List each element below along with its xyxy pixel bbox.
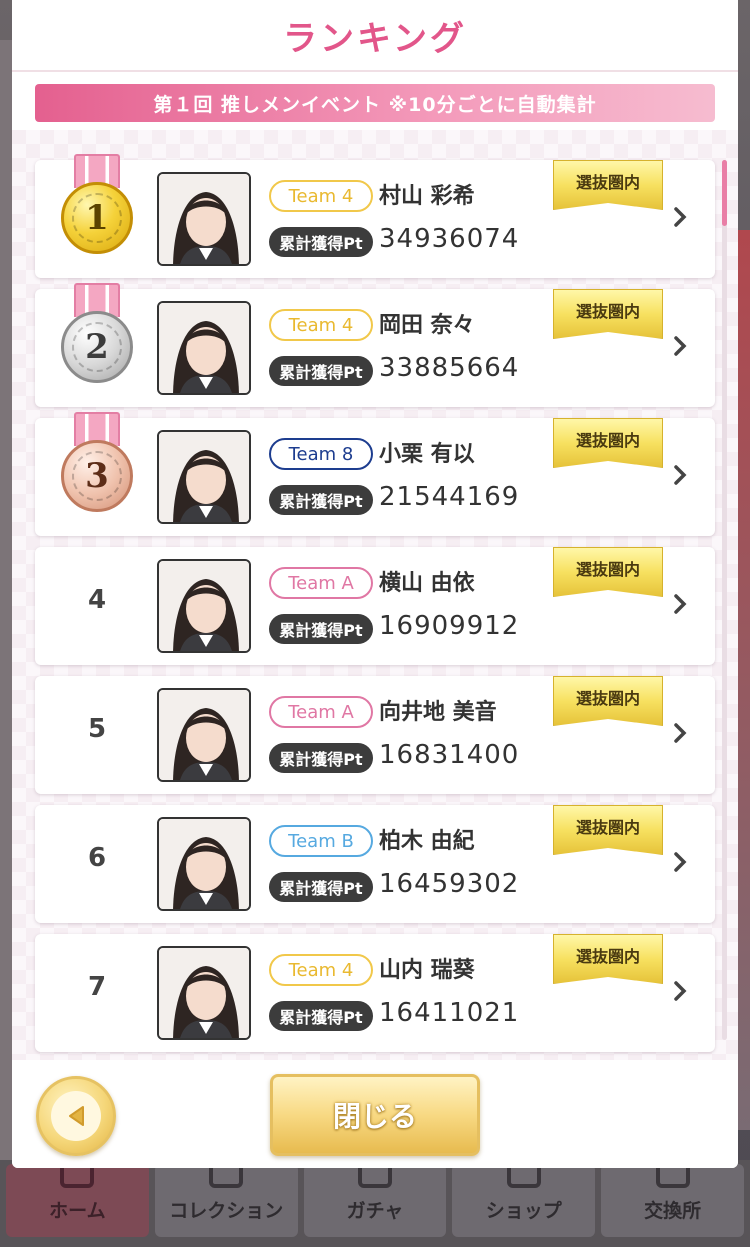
tab-collection[interactable]: コレクション [154, 1164, 298, 1237]
member-name: 向井地 美音 [379, 700, 497, 725]
member-name: 横山 由依 [379, 571, 475, 596]
team-badge: Team B [269, 825, 373, 857]
modal-footer: 閉じる [12, 1062, 738, 1168]
rank-number: 5 [87, 714, 107, 744]
tab-exchange[interactable]: 交換所 [601, 1164, 744, 1237]
ranking-row-7[interactable]: 7 Team 4 山内 瑞葵 累計獲得Pt 16411021 選抜圏内 [35, 934, 715, 1052]
rank-number: 1 [72, 193, 122, 243]
points-label: 累計獲得Pt [269, 227, 373, 257]
ranking-row-6[interactable]: 6 Team B 柏木 由紀 累計獲得Pt 16459302 選抜圏内 [35, 805, 715, 923]
scrollbar[interactable] [722, 160, 727, 1040]
ranking-row-1[interactable]: 1 Team 4 村山 彩希 累計獲得Pt 34936074 選抜圏内 [35, 154, 715, 278]
points-label: 累計獲得Pt [269, 743, 373, 773]
avatar [157, 817, 251, 911]
chevron-right-icon[interactable] [665, 202, 695, 232]
ranking-row-5[interactable]: 5 Team A 向井地 美音 累計獲得Pt 16831400 選抜圏内 [35, 676, 715, 794]
avatar [157, 430, 251, 524]
selection-badge: 選抜圏内 [553, 676, 663, 726]
avatar [157, 946, 251, 1040]
chevron-right-icon[interactable] [665, 847, 695, 877]
tab-label: コレクション [169, 1200, 284, 1222]
member-name: 山内 瑞葵 [379, 958, 475, 983]
ranking-row-2[interactable]: 2 Team 4 岡田 奈々 累計獲得Pt 33885664 選抜圏内 [35, 283, 715, 407]
back-arrow-icon [69, 1106, 84, 1126]
points-value: 34936074 [379, 224, 520, 254]
selection-badge: 選抜圏内 [553, 160, 663, 210]
close-button[interactable]: 閉じる [270, 1074, 480, 1156]
member-name: 村山 彩希 [379, 184, 475, 209]
modal-header: ランキング [12, 0, 738, 72]
team-badge: Team A [269, 567, 373, 599]
scrollbar-thumb[interactable] [722, 160, 727, 226]
selection-badge: 選抜圏内 [553, 934, 663, 984]
selection-badge: 選抜圏内 [553, 289, 663, 339]
tab-home[interactable]: ホーム [6, 1164, 149, 1237]
chevron-right-icon[interactable] [665, 976, 695, 1006]
bottom-tab-bar: ホーム コレクション ガチャ ショップ 交換所 [0, 1160, 750, 1247]
avatar [157, 301, 251, 395]
points-value: 16411021 [379, 998, 520, 1028]
points-label: 累計獲得Pt [269, 872, 373, 902]
member-name: 岡田 奈々 [379, 313, 475, 338]
team-badge: Team 8 [269, 438, 373, 470]
avatar [157, 559, 251, 653]
points-value: 16831400 [379, 740, 520, 770]
silver-medal-icon: 2 [60, 283, 134, 387]
avatar [157, 688, 251, 782]
gold-medal-icon: 1 [60, 154, 134, 258]
chevron-right-icon[interactable] [665, 460, 695, 490]
points-label: 累計獲得Pt [269, 485, 373, 515]
avatar [157, 172, 251, 266]
tab-label: ホーム [49, 1200, 106, 1222]
rank-number: 6 [87, 843, 107, 873]
points-value: 16909912 [379, 611, 520, 641]
rank-number: 3 [72, 451, 122, 501]
chevron-right-icon[interactable] [665, 331, 695, 361]
rank-number: 2 [72, 322, 122, 372]
tab-label: 交換所 [644, 1200, 702, 1222]
tab-gacha[interactable]: ガチャ [303, 1164, 447, 1237]
chevron-right-icon[interactable] [665, 718, 695, 748]
chevron-right-icon[interactable] [665, 589, 695, 619]
points-value: 16459302 [379, 869, 520, 899]
selection-badge: 選抜圏内 [553, 805, 663, 855]
rank-number: 4 [87, 585, 107, 615]
points-label: 累計獲得Pt [269, 1001, 373, 1031]
background-edge-right [736, 230, 750, 1130]
team-badge: Team 4 [269, 180, 373, 212]
tab-label: ガチャ [346, 1200, 404, 1222]
tab-shop[interactable]: ショップ [452, 1164, 596, 1237]
tab-label: ショップ [485, 1200, 562, 1222]
team-badge: Team A [269, 696, 373, 728]
selection-badge: 選抜圏内 [553, 418, 663, 468]
modal-title: ランキング [283, 18, 467, 59]
team-badge: Team 4 [269, 954, 373, 986]
event-banner: 第１回 推しメンイベント ※10分ごとに自動集計 [35, 84, 715, 122]
bronze-medal-icon: 3 [60, 412, 134, 516]
ranking-row-3[interactable]: 3 Team 8 小栗 有以 累計獲得Pt 21544169 選抜圏内 [35, 412, 715, 536]
points-label: 累計獲得Pt [269, 614, 373, 644]
ranking-list[interactable]: 1 Team 4 村山 彩希 累計獲得Pt 34936074 選抜圏内 2 Te… [12, 130, 738, 1060]
back-button[interactable] [36, 1076, 116, 1156]
member-name: 小栗 有以 [379, 442, 475, 467]
rank-number: 7 [87, 972, 107, 1002]
member-name: 柏木 由紀 [379, 829, 475, 854]
points-label: 累計獲得Pt [269, 356, 373, 386]
ranking-row-4[interactable]: 4 Team A 横山 由依 累計獲得Pt 16909912 選抜圏内 [35, 547, 715, 665]
points-value: 21544169 [379, 482, 520, 512]
ranking-modal: ランキング 第１回 推しメンイベント ※10分ごとに自動集計 1 Team 4 … [12, 0, 738, 1168]
selection-badge: 選抜圏内 [553, 547, 663, 597]
team-badge: Team 4 [269, 309, 373, 341]
points-value: 33885664 [379, 353, 520, 383]
